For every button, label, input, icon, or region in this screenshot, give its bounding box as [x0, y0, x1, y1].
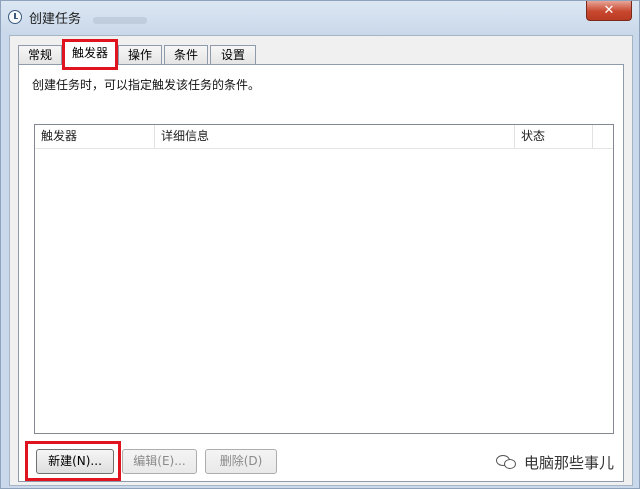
triggers-list[interactable]: 触发器 详细信息 状态	[34, 124, 614, 434]
new-button[interactable]: 新建(N)...	[36, 449, 114, 474]
wechat-logo-icon	[496, 453, 518, 471]
panel-description: 创建任务时，可以指定触发该任务的条件。	[32, 78, 261, 92]
tab-actions[interactable]: 操作	[118, 45, 162, 65]
blurred-title-suffix	[93, 17, 147, 24]
column-header-trigger[interactable]: 触发器	[35, 125, 155, 149]
close-button[interactable]: ✕	[586, 1, 632, 21]
title-bar[interactable]: 创建任务 ✕	[1, 1, 639, 35]
watermark-text: 电脑那些事儿	[524, 453, 615, 472]
triggers-panel: 创建任务时，可以指定触发该任务的条件。 触发器 详细信息 状态 新建(N)...…	[18, 64, 624, 482]
window-title: 创建任务	[29, 12, 82, 27]
column-header-filler	[593, 125, 613, 149]
clock-icon	[8, 10, 22, 24]
tab-conditions[interactable]: 条件	[164, 45, 208, 65]
create-task-window: 创建任务 ✕ 常规 触发器 操作 条件 设置 创建任务时，可以指定触发该任务的条…	[0, 0, 640, 489]
column-header-status[interactable]: 状态	[515, 125, 593, 149]
watermark: 电脑那些事儿	[496, 448, 614, 476]
tab-general[interactable]: 常规	[18, 45, 62, 65]
tab-settings[interactable]: 设置	[210, 45, 256, 65]
column-header-details[interactable]: 详细信息	[155, 125, 515, 149]
delete-button[interactable]: 删除(D)	[205, 449, 277, 474]
tab-triggers[interactable]: 触发器	[64, 41, 116, 66]
edit-button[interactable]: 编辑(E)...	[122, 449, 197, 474]
dialog-client-area: 常规 触发器 操作 条件 设置 创建任务时，可以指定触发该任务的条件。 触发器 …	[9, 35, 633, 486]
